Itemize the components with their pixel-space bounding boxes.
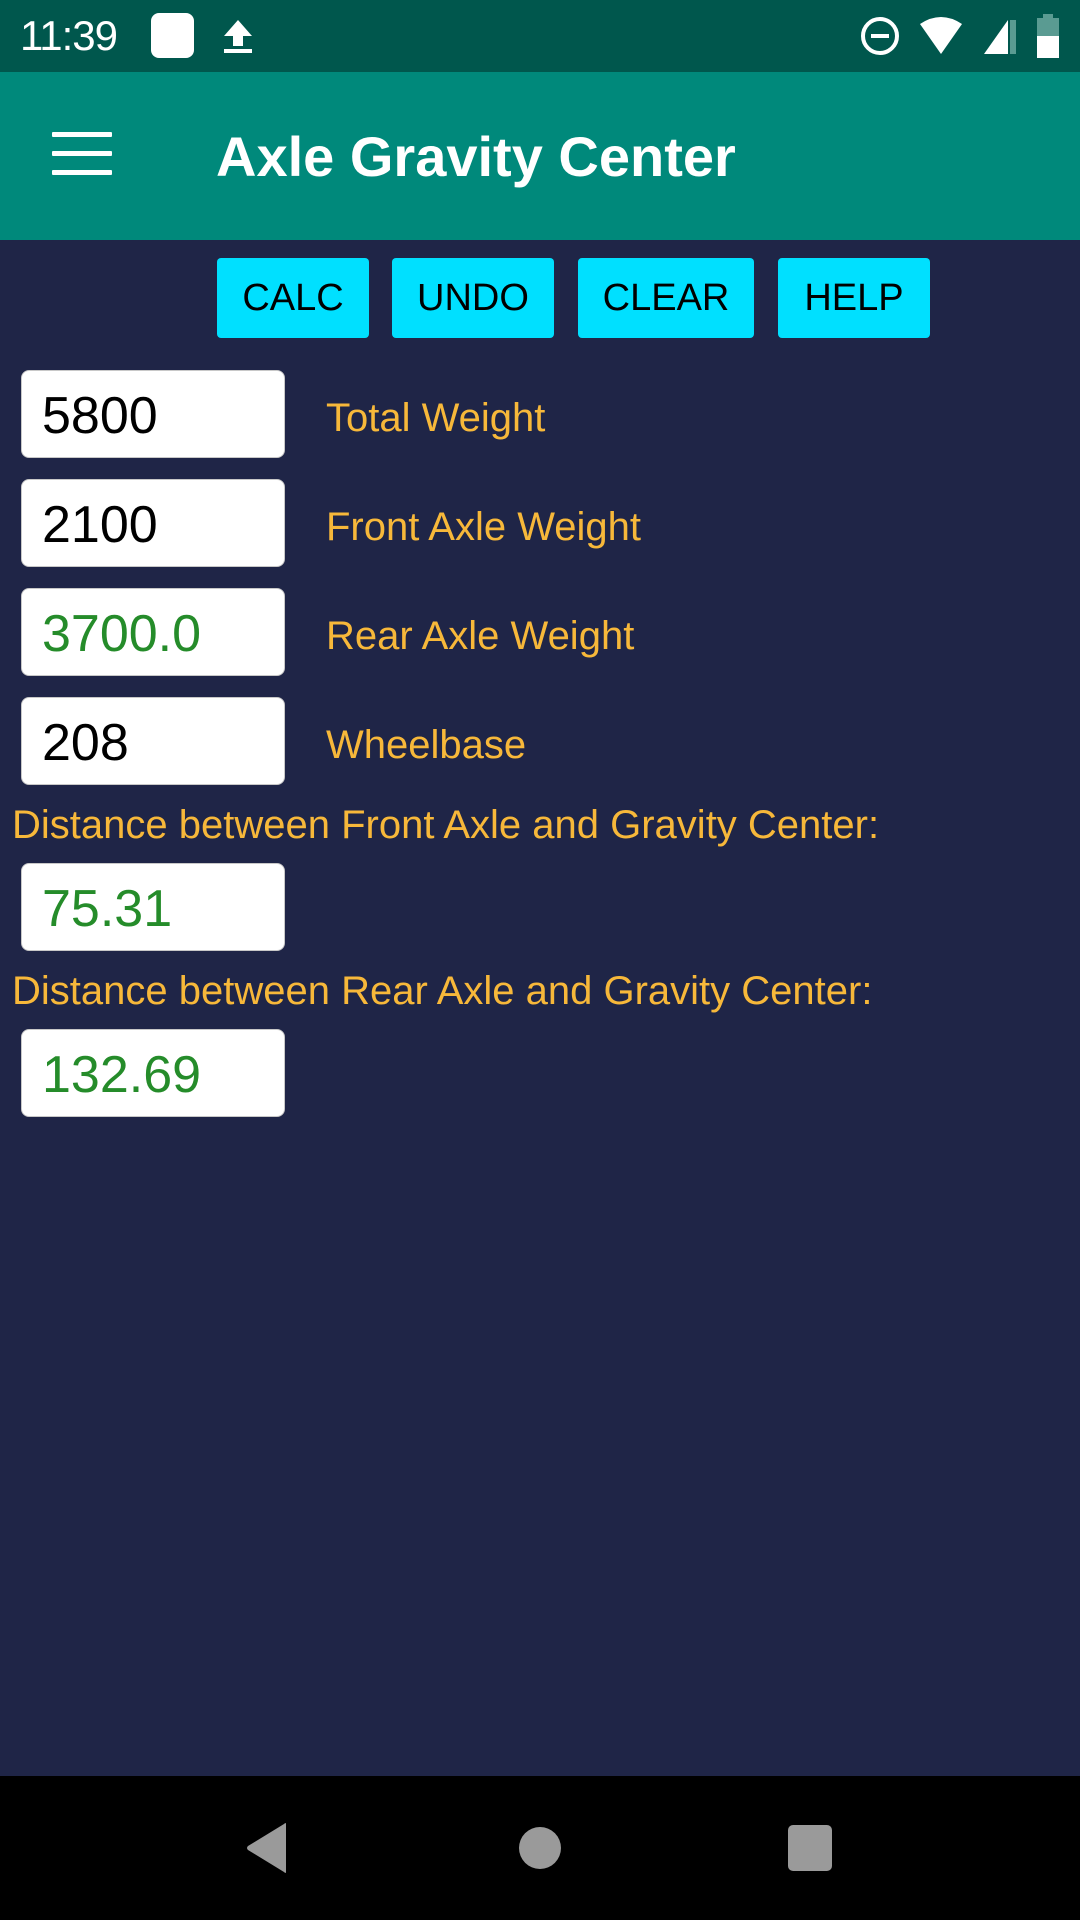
wheelbase-label: Wheelbase <box>326 723 527 767</box>
wheelbase-row: 208 Wheelbase <box>21 697 1061 787</box>
do-not-disturb-icon <box>861 17 899 55</box>
front-distance-output[interactable]: 75.31 <box>21 863 285 951</box>
app-bar: Axle Gravity Center <box>0 72 1080 240</box>
front-axle-weight-input[interactable]: 2100 <box>21 479 285 567</box>
battery-icon <box>1037 14 1059 58</box>
rear-axle-weight-output[interactable]: 3700.0 <box>21 588 285 676</box>
total-weight-label: Total Weight <box>326 396 546 440</box>
wifi-icon <box>920 17 962 54</box>
upload-icon <box>224 20 252 53</box>
total-weight-input[interactable]: 5800 <box>21 370 285 458</box>
rear-distance-row: 132.69 <box>21 1029 1061 1119</box>
navigation-bar <box>0 1776 1080 1920</box>
front-distance-row: 75.31 <box>21 863 1061 953</box>
front-axle-weight-label: Front Axle Weight <box>326 505 641 549</box>
calc-button[interactable]: CALC <box>217 258 369 338</box>
recents-icon[interactable] <box>787 1824 833 1872</box>
back-icon[interactable] <box>244 1822 290 1874</box>
total-weight-row: 5800 Total Weight <box>21 370 1061 460</box>
rear-axle-weight-row: 3700.0 Rear Axle Weight <box>21 588 1061 678</box>
front-axle-weight-row: 2100 Front Axle Weight <box>21 479 1061 569</box>
rear-distance-label: Distance between Rear Axle and Gravity C… <box>12 969 873 1013</box>
help-button[interactable]: HELP <box>778 258 930 338</box>
rear-distance-output[interactable]: 132.69 <box>21 1029 285 1117</box>
app-title: Axle Gravity Center <box>216 125 736 188</box>
cell-signal-icon <box>984 20 1016 54</box>
status-time: 11:39 <box>20 12 118 59</box>
clear-button[interactable]: CLEAR <box>578 258 754 338</box>
front-distance-label: Distance between Front Axle and Gravity … <box>12 803 880 847</box>
wheelbase-input[interactable]: 208 <box>21 697 285 785</box>
rear-axle-weight-label: Rear Axle Weight <box>326 614 635 658</box>
status-bar: 11:39 <box>0 0 1080 72</box>
home-icon[interactable] <box>518 1826 562 1870</box>
action-toolbar: CALC UNDO CLEAR HELP <box>0 258 1080 338</box>
notification-square-icon <box>151 13 194 58</box>
hamburger-menu-icon[interactable] <box>52 132 112 176</box>
undo-button[interactable]: UNDO <box>392 258 554 338</box>
